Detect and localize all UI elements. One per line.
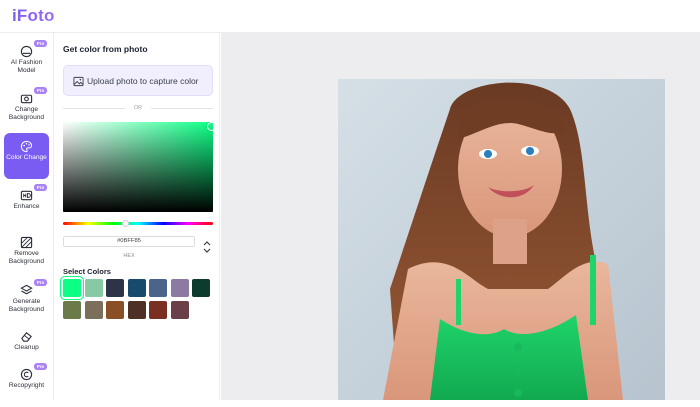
hue-slider[interactable]: [63, 222, 213, 225]
face-icon: [20, 45, 33, 58]
color-swatch[interactable]: [192, 279, 210, 297]
sidebar-item-label: Recopyright: [8, 382, 45, 389]
picker-black-gradient: [63, 122, 213, 212]
color-swatch[interactable]: [149, 301, 167, 319]
sidebar-item-remove-background[interactable]: Remove Background: [4, 229, 49, 275]
copyright-icon: [20, 368, 33, 381]
hd-icon: [20, 190, 33, 201]
sidebar-item-label: Cleanup: [14, 344, 39, 351]
dress-button: [514, 343, 522, 351]
sidebar-item-label: AI Fashion Model: [10, 59, 43, 74]
sidebar-item-generate-background[interactable]: Pro Generate Background: [4, 277, 49, 323]
color-swatch[interactable]: [61, 277, 83, 299]
pro-badge: Pro: [34, 279, 47, 286]
color-swatch[interactable]: [170, 279, 189, 297]
format-toggle-icon[interactable]: [202, 240, 212, 254]
color-panel: Get color from photo Upload photo to cap…: [54, 33, 220, 400]
pro-badge: Pro: [34, 40, 47, 47]
saturation-picker[interactable]: [63, 122, 213, 212]
sidebar-item-label: Generate Background: [8, 298, 45, 313]
color-swatch[interactable]: [84, 301, 103, 319]
tool-sidebar: Pro AI Fashion Model Pro Change Backgrou…: [0, 33, 54, 400]
hex-label: HEX: [123, 253, 135, 259]
sidebar-item-ai-fashion-model[interactable]: Pro AI Fashion Model: [4, 38, 49, 84]
sidebar-item-label: Enhance: [13, 203, 40, 210]
sidebar-item-color-change[interactable]: Color Change: [4, 133, 49, 179]
top-bar: iFoto: [0, 0, 700, 33]
panel-title: Get color from photo: [63, 44, 148, 54]
pro-badge: Pro: [34, 184, 47, 191]
photo-illustration: [383, 82, 623, 400]
hex-input[interactable]: #0BFF85: [63, 236, 195, 247]
color-swatch[interactable]: [149, 279, 167, 297]
right-iris: [526, 147, 534, 155]
sidebar-item-enhance[interactable]: Pro Enhance: [4, 182, 49, 228]
sidebar-item-label: Remove Background: [8, 250, 45, 265]
upload-photo-button[interactable]: Upload photo to capture color: [63, 65, 213, 96]
dress-button: [514, 389, 522, 397]
color-swatch[interactable]: [127, 301, 146, 319]
palette-icon: [20, 140, 33, 153]
or-label: OR: [133, 105, 143, 111]
color-swatch[interactable]: [106, 279, 124, 297]
color-swatch[interactable]: [84, 279, 103, 297]
color-swatch[interactable]: [63, 301, 81, 319]
color-swatch[interactable]: [106, 301, 124, 319]
image-upload-icon: [73, 76, 84, 87]
eraser-icon: [21, 332, 32, 342]
left-iris: [484, 150, 492, 158]
app-logo[interactable]: iFoto: [12, 6, 55, 26]
select-colors-title: Select Colors: [63, 267, 111, 276]
hue-slider-knob[interactable]: [122, 220, 129, 227]
color-swatch[interactable]: [127, 279, 146, 297]
camera-icon: [20, 94, 33, 104]
color-swatch[interactable]: [170, 301, 189, 319]
neck: [493, 219, 527, 264]
sidebar-item-label: Change Background: [8, 106, 45, 121]
sidebar-item-label: Color Change: [6, 154, 47, 161]
pro-badge: Pro: [34, 87, 47, 94]
layers-icon: [20, 284, 33, 295]
sidebar-item-change-background[interactable]: Pro Change Background: [4, 85, 49, 131]
remove-bg-icon: [20, 236, 33, 249]
right-strap: [590, 255, 596, 325]
left-strap: [456, 279, 461, 325]
upload-label: Upload photo to capture color: [87, 76, 199, 86]
picker-handle[interactable]: [207, 122, 213, 131]
pro-badge: Pro: [34, 363, 47, 370]
dress-button: [514, 367, 522, 375]
or-divider: OR: [63, 104, 213, 112]
preview-photo: [338, 79, 665, 400]
sidebar-item-recopyright[interactable]: Pro Recopyright: [4, 361, 49, 407]
